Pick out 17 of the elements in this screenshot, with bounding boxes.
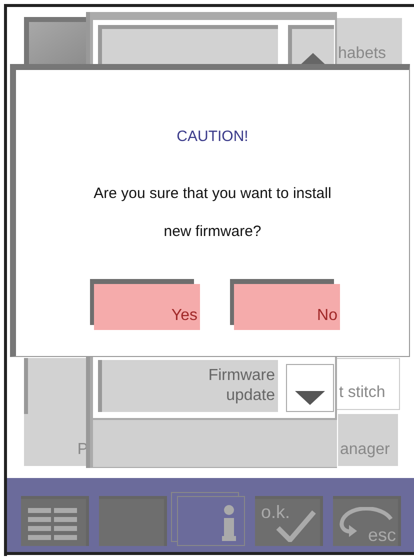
scroll-down-button[interactable] (286, 364, 334, 412)
info-icon (222, 505, 236, 541)
yes-button[interactable]: Yes (94, 284, 200, 330)
menu-tile[interactable]: anager (338, 414, 398, 466)
dialog-title: CAUTION! (176, 127, 248, 147)
list-icon (28, 508, 78, 540)
escape-button[interactable]: esc (333, 496, 401, 546)
dialog-message: Are you sure that you want to install new firmware? (92, 184, 332, 242)
no-button[interactable]: No (234, 284, 340, 330)
menu-tile[interactable] (24, 358, 88, 414)
down-triangle-icon (295, 391, 325, 405)
menu-tile[interactable]: t stitch (336, 358, 400, 410)
firmware-update-button[interactable]: Firmware update (98, 360, 278, 412)
menu-button[interactable] (21, 496, 89, 546)
scroll-up-button[interactable] (288, 25, 334, 67)
ok-button[interactable]: o.k. (255, 496, 323, 546)
menu-button[interactable] (98, 25, 278, 67)
